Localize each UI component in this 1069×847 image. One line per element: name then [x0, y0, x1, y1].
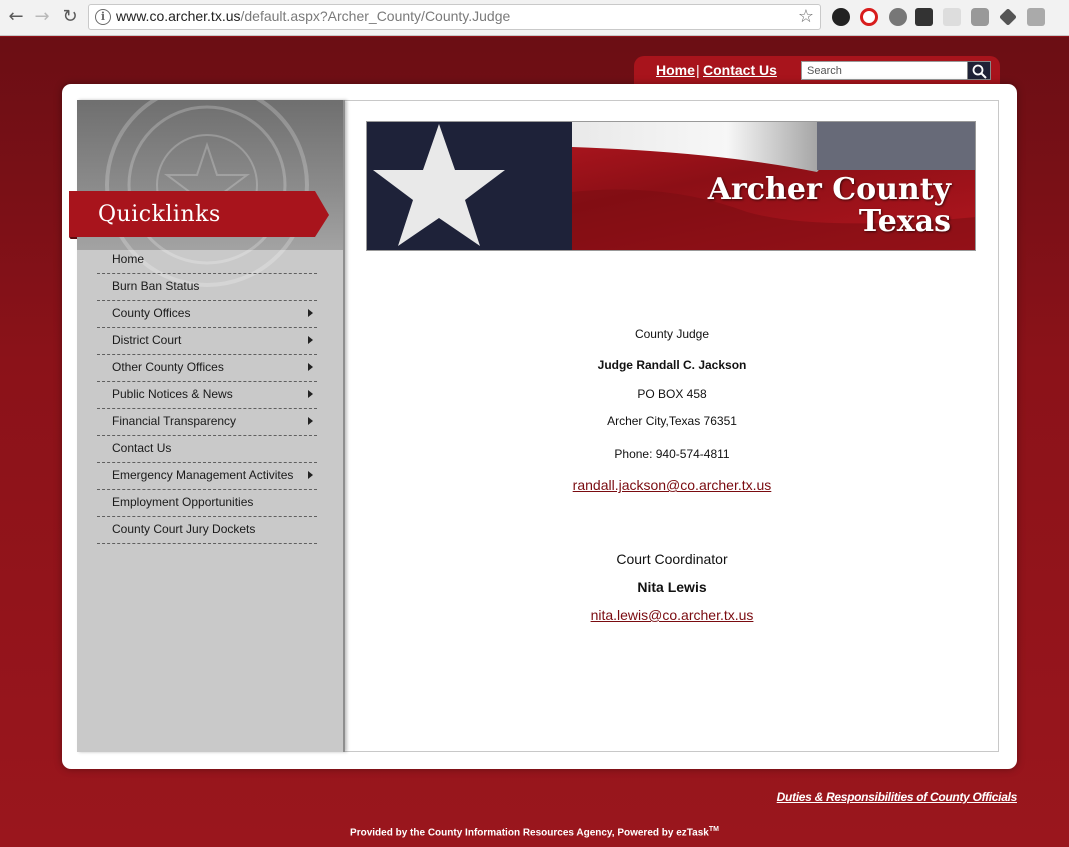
quicklink-home[interactable]: Home [97, 247, 317, 274]
quicklink-public-notices-news[interactable]: Public Notices & News [97, 382, 317, 409]
official-name: Judge Randall C. Jackson [597, 358, 747, 372]
quicklink-contact-us[interactable]: Contact Us [97, 436, 317, 463]
quicklink-district-court[interactable]: District Court [97, 328, 317, 355]
quicklink-label: District Court [112, 333, 182, 347]
quicklink-jury-dockets[interactable]: County Court Jury Dockets [97, 517, 317, 544]
submenu-arrow-icon [308, 390, 313, 398]
search-icon [972, 64, 987, 79]
office-title: County Judge [634, 327, 710, 341]
info-icon[interactable]: i [95, 9, 111, 25]
quicklink-label: Public Notices & News [112, 387, 233, 401]
extension-opera-icon[interactable] [860, 8, 878, 26]
submenu-arrow-icon [308, 417, 313, 425]
reload-icon[interactable]: ↻ [58, 5, 82, 29]
quicklink-employment-opportunities[interactable]: Employment Opportunities [97, 490, 317, 517]
nav-home-link[interactable]: Home [656, 62, 695, 78]
page-background: Home | Contact Us Search Quicklinks Home… [0, 37, 1069, 847]
address-url[interactable]: www.co.archer.tx.us/default.aspx?Archer_… [116, 8, 510, 24]
trademark: TM [708, 826, 719, 833]
quicklink-label: County Court Jury Dockets [112, 522, 256, 536]
footer-provided-text: Provided by the County Information Resou… [350, 827, 709, 839]
quicklink-label: County Offices [112, 306, 191, 320]
quicklink-emergency-management[interactable]: Emergency Management Activites [97, 463, 317, 490]
county-banner: Archer County Texas [366, 121, 976, 251]
quicklink-label: Home [112, 252, 145, 266]
bookmark-star-icon[interactable]: ☆ [798, 6, 814, 27]
phone-number: Phone: 940-574-4811 [614, 447, 730, 461]
nav-separator: | [696, 62, 700, 78]
quicklink-burn-ban-status[interactable]: Burn Ban Status [97, 274, 317, 301]
quicklink-label: Employment Opportunities [112, 495, 254, 509]
coordinator-name: Nita Lewis [637, 579, 707, 595]
extension-diamond-icon[interactable] [999, 8, 1017, 26]
search-button[interactable] [967, 61, 991, 80]
submenu-arrow-icon [308, 471, 313, 479]
coordinator-title: Court Coordinator [616, 551, 728, 567]
quicklink-county-offices[interactable]: County Offices [97, 301, 317, 328]
address-line2: Archer City,Texas 76351 [607, 414, 737, 428]
quicklinks-title: Quicklinks [98, 202, 221, 227]
duties-link[interactable]: Duties & Responsibilities of County Offi… [777, 790, 1018, 804]
quicklink-financial-transparency[interactable]: Financial Transparency [97, 409, 317, 436]
nav-contact-link[interactable]: Contact Us [703, 62, 777, 78]
forward-icon[interactable]: → [30, 5, 54, 29]
footer-credits: Provided by the County Information Resou… [0, 826, 1069, 838]
submenu-arrow-icon [308, 363, 313, 371]
extension-bird-icon[interactable] [832, 8, 850, 26]
coordinator-email-link[interactable]: nita.lewis@co.archer.tx.us [591, 607, 754, 623]
extension-menu-icon[interactable] [943, 8, 961, 26]
browser-toolbar: ← → ↻ i www.co.archer.tx.us/default.aspx… [0, 0, 1069, 36]
search-input[interactable]: Search [801, 61, 968, 80]
url-path: /default.aspx?Archer_County/County.Judge [240, 8, 511, 24]
extension-code-icon[interactable] [1027, 8, 1045, 26]
quicklink-label: Emergency Management Activites [112, 468, 294, 482]
address-bar[interactable]: i www.co.archer.tx.us/default.aspx?Arche… [88, 4, 821, 30]
judge-email-link[interactable]: randall.jackson@co.archer.tx.us [573, 477, 772, 493]
quicklink-other-county-offices[interactable]: Other County Offices [97, 355, 317, 382]
quicklink-label: Burn Ban Status [112, 279, 200, 293]
submenu-arrow-icon [308, 309, 313, 317]
back-icon[interactable]: ← [4, 5, 28, 29]
extension-stack-icon[interactable] [915, 8, 933, 26]
quicklinks-list: Home Burn Ban Status County Offices Dist… [97, 247, 317, 544]
banner-line2: Texas [858, 204, 951, 239]
extension-m-icon[interactable] [889, 8, 907, 26]
url-host: www.co.archer.tx.us [116, 8, 241, 24]
address-line1: PO BOX 458 [637, 387, 707, 401]
quicklink-label: Contact Us [112, 441, 172, 455]
banner-line1: Archer County [707, 172, 951, 207]
extension-camera-icon[interactable] [971, 8, 989, 26]
quicklink-label: Financial Transparency [112, 414, 237, 428]
quicklink-label: Other County Offices [112, 360, 224, 374]
submenu-arrow-icon [308, 336, 313, 344]
banner-title: Archer County Texas [708, 174, 951, 238]
